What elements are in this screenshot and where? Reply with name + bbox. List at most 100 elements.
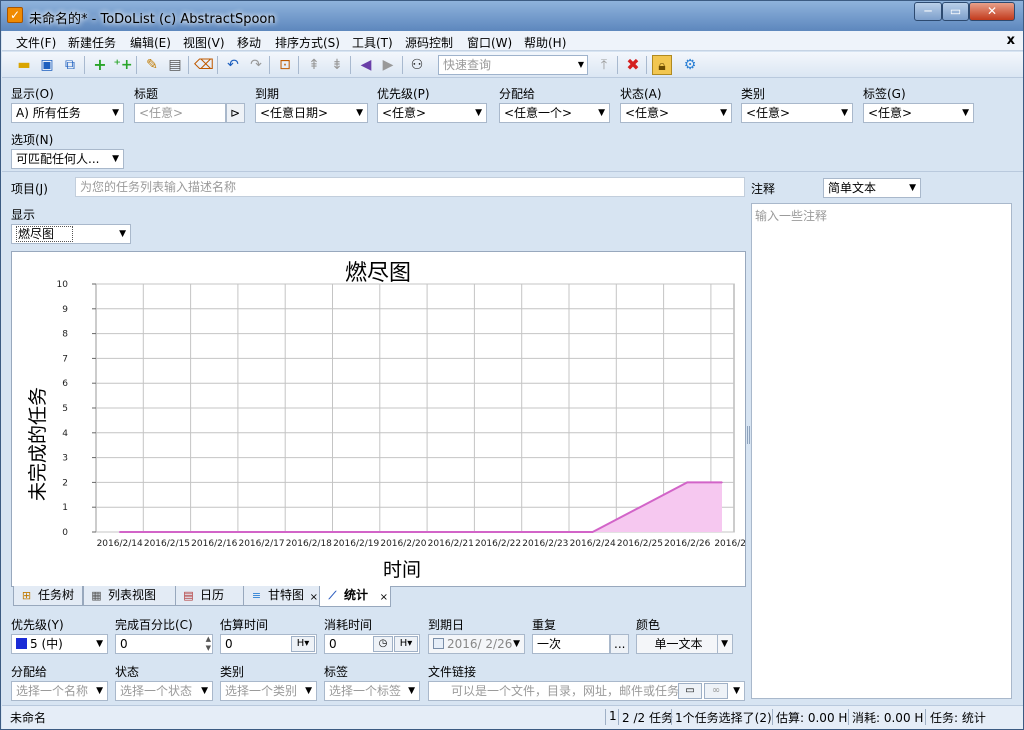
tab-task-tree[interactable]: ⊞ 任务树 [13, 586, 83, 606]
edit-pencil-icon[interactable]: ✎ [142, 55, 162, 75]
notes-textarea[interactable]: 输入一些注释 [751, 203, 1012, 699]
x-tick-label: 2016/2/26 [664, 539, 710, 549]
save-all-icon[interactable]: ⧉ [60, 55, 80, 75]
timer-clock-icon[interactable]: ◷ [373, 636, 393, 652]
notes-format-select[interactable]: 简单文本 ▼ [823, 178, 921, 198]
tab-calendar[interactable]: ▤ 日历 × [175, 586, 253, 606]
file-link-input[interactable]: 可以是一个文件，目录，网址，邮件或任务 ▭ ∞ ▼ [428, 681, 745, 701]
chevron-down-icon: ▼ [962, 108, 969, 118]
tab-statistics[interactable]: ⟋ 统计 × [319, 586, 391, 607]
close-icon[interactable]: × [380, 589, 388, 607]
lock-icon[interactable]: 🔒︎ [652, 55, 672, 75]
status-filename: 未命名 [10, 711, 47, 725]
spin-updown-icon[interactable]: ▲ ▼ [206, 635, 211, 653]
tab-gantt[interactable]: ≡ 甘特图 × [243, 586, 321, 606]
color-select[interactable]: 单一文本 ▼ [636, 634, 733, 654]
menu-tools[interactable]: 工具(T) [352, 34, 393, 51]
x-tick-label: 2016/2/14 [97, 539, 143, 549]
chevron-down-icon: ▼ [408, 686, 415, 696]
open-folder-icon[interactable]: ▬ [14, 55, 34, 75]
filter-title-value: <任意> [139, 106, 184, 120]
chevron-down-icon[interactable]: ▼ [733, 682, 740, 700]
filter-assigned-select[interactable]: <任意一个> ▼ [499, 103, 610, 123]
time-spent-input[interactable]: 0 ◷ H▾ [324, 634, 420, 654]
filter-status-select[interactable]: <任意> ▼ [620, 103, 732, 123]
clean-broom-icon[interactable]: ⌫ [194, 55, 214, 75]
menu-help[interactable]: 帮助(H) [524, 34, 566, 51]
todolist-app-icon[interactable]: ✓ [7, 7, 23, 23]
y-tick-label: 9 [62, 305, 68, 315]
filter-priority-select[interactable]: <任意> ▼ [377, 103, 487, 123]
menu-source-control[interactable]: 源码控制 [405, 34, 453, 51]
splitter-handle[interactable] [747, 426, 750, 444]
mdi-close-button[interactable]: x [1007, 33, 1015, 48]
settings-gear-icon[interactable]: ⚙ [680, 55, 700, 75]
time-spent-unit-select[interactable]: H▾ [394, 636, 418, 652]
open-link-icon[interactable]: ∞ [704, 683, 728, 699]
find-binoculars-icon[interactable]: ⚇ [407, 55, 427, 75]
menu-file[interactable]: 文件(F) [16, 34, 56, 51]
tags-select[interactable]: 选择一个标签 ▼ [324, 681, 420, 701]
tab-list-view[interactable]: ▦ 列表视图 × [83, 586, 185, 606]
chevron-down-icon: ▼ [119, 229, 126, 239]
x-tick-label: 2016/2/24 [570, 539, 616, 549]
maximize-tasklist-icon[interactable]: ⊡ [275, 55, 295, 75]
save-icon[interactable]: ▣ [37, 55, 57, 75]
undo-icon[interactable]: ↶ [223, 55, 243, 75]
menu-move[interactable]: 移动 [237, 34, 261, 51]
minimize-button[interactable]: ─ [914, 2, 942, 21]
due-date-checkbox[interactable] [433, 638, 444, 649]
delete-x-icon[interactable]: ✖ [623, 55, 643, 75]
move-down-icon[interactable]: ⇟ [327, 55, 347, 75]
redo-icon[interactable]: ↷ [246, 55, 266, 75]
x-tick-label: 2016/2/20 [380, 539, 426, 549]
menu-view[interactable]: 视图(V) [183, 34, 225, 51]
add-subtask-icon[interactable]: ⁺+ [113, 55, 133, 75]
chevron-down-icon: ▼ [201, 686, 208, 696]
filter-tags-select[interactable]: <任意> ▼ [863, 103, 974, 123]
estimate-input[interactable]: 0 H▾ [220, 634, 317, 654]
recurrence-input[interactable]: 一次 [532, 634, 610, 654]
maximize-button[interactable]: ▭ [942, 2, 969, 21]
back-arrow-icon[interactable]: ◀ [356, 55, 376, 75]
percent-done-input[interactable]: 0 ▲ ▼ [115, 634, 213, 654]
x-tick-label: 2016/2/25 [617, 539, 663, 549]
filter-category-select[interactable]: <任意> ▼ [741, 103, 853, 123]
menu-sort[interactable]: 排序方式(S) [275, 34, 340, 51]
chevron-down-icon: ▼ [513, 639, 520, 649]
forward-arrow-icon[interactable]: ▶ [378, 55, 398, 75]
title-bar[interactable]: ✓ 未命名的* - ToDoList (c) AbstractSpoon ─ ▭… [1, 1, 1023, 31]
task-details-icon[interactable]: ▤ [165, 55, 185, 75]
menu-new-task[interactable]: 新建任务 [68, 34, 116, 51]
quick-find-input[interactable]: 快速查询 ▼ [438, 55, 588, 75]
status-select[interactable]: 选择一个状态 ▼ [115, 681, 213, 701]
close-window-button[interactable]: ✕ [969, 2, 1015, 21]
browse-folder-icon[interactable]: ▭ [678, 683, 702, 699]
window-title: 未命名的* - ToDoList (c) AbstractSpoon [29, 12, 276, 27]
estimate-unit-select[interactable]: H▾ [291, 636, 315, 652]
category-select[interactable]: 选择一个类别 ▼ [220, 681, 317, 701]
filter-title-options-button[interactable]: ⊳ [226, 103, 245, 123]
recurrence-options-button[interactable]: ... [610, 634, 629, 654]
filter-due-select[interactable]: <任意日期> ▼ [255, 103, 368, 123]
go-parent-icon[interactable]: ⤒ [594, 55, 614, 75]
filter-show-value: A) 所有任务 [16, 106, 81, 120]
project-name-input[interactable]: 为您的任务列表输入描述名称 [75, 177, 745, 197]
display-mode-select[interactable]: 燃尽图 ▼ [11, 224, 131, 244]
filter-title-input[interactable]: <任意> [134, 103, 226, 123]
priority-select[interactable]: 5 (中) ▼ [11, 634, 108, 654]
percent-done-value: 0 [120, 637, 128, 651]
menu-window[interactable]: 窗口(W) [467, 34, 512, 51]
move-up-icon[interactable]: ⇞ [304, 55, 324, 75]
close-icon[interactable]: × [310, 589, 318, 607]
y-tick-label: 7 [62, 354, 68, 364]
time-spent-value: 0 [329, 637, 337, 651]
due-date-picker[interactable]: 2016/ 2/26 ▼ [428, 634, 525, 654]
menu-edit[interactable]: 编辑(E) [130, 34, 171, 51]
status-task-count: 2 /2 任务 [622, 711, 673, 725]
chevron-down-icon[interactable]: ▼ [578, 56, 584, 74]
filter-options-select[interactable]: 可匹配任何人... ▼ [11, 149, 124, 169]
filter-show-select[interactable]: A) 所有任务 ▼ [11, 103, 124, 123]
assigned-to-select[interactable]: 选择一个名称 ▼ [11, 681, 108, 701]
add-task-icon[interactable]: + [90, 55, 110, 75]
